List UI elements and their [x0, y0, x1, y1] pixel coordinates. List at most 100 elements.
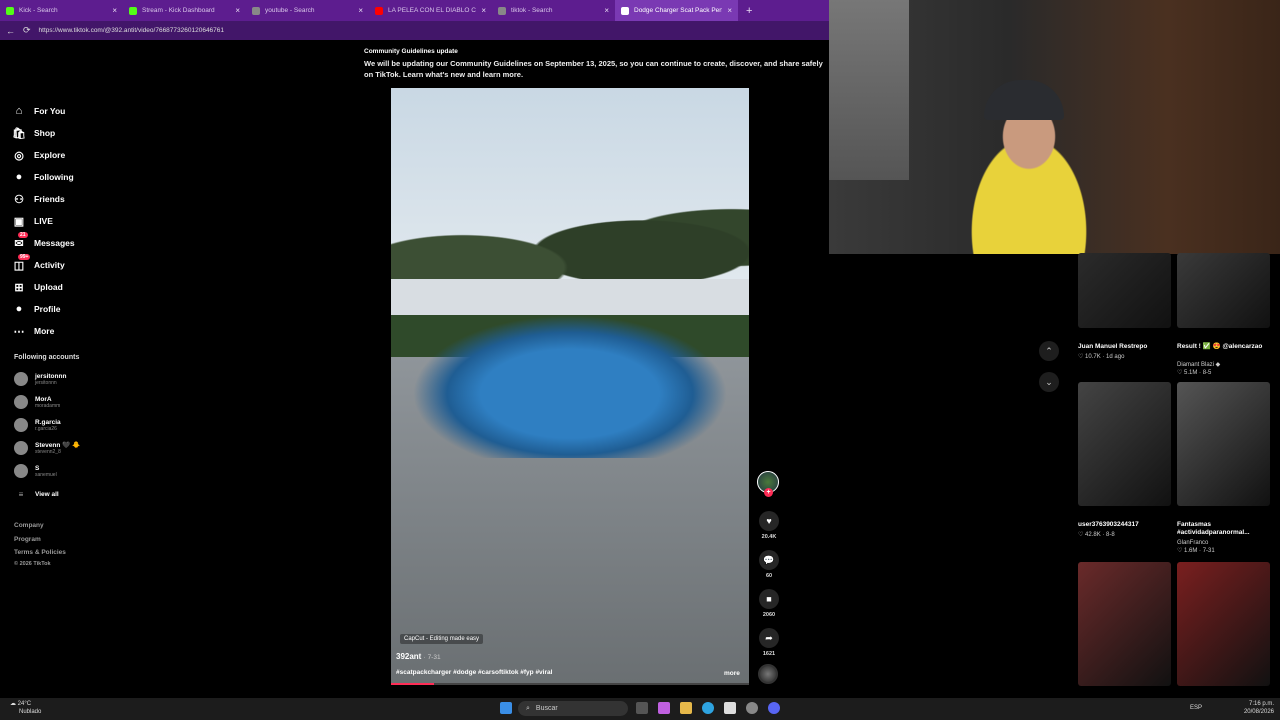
avatar — [14, 464, 28, 478]
footer-company[interactable]: Company — [14, 522, 44, 529]
reload-icon[interactable]: ⟳ — [23, 25, 31, 36]
browser-tab[interactable]: Stream - Kick Dashboard × — [123, 0, 246, 21]
file-explorer-icon[interactable] — [680, 702, 692, 714]
tab-close-icon[interactable]: × — [235, 6, 240, 15]
tab-close-icon[interactable]: × — [727, 6, 732, 15]
discord-icon[interactable] — [768, 702, 780, 714]
edge-icon[interactable] — [702, 702, 714, 714]
sidebar-item-upload[interactable]: ⊞ Upload — [12, 280, 62, 294]
footer-program[interactable]: Program — [14, 536, 41, 543]
notice-body[interactable]: We will be updating our Community Guidel… — [364, 58, 830, 80]
browser-tab[interactable]: youtube - Search × — [246, 0, 369, 21]
sidebar-item-messages[interactable]: ✉ 21 Messages — [12, 232, 75, 250]
like-action[interactable]: ♥ 20.4K — [758, 511, 780, 540]
notice-title: Community Guidelines update — [364, 48, 458, 55]
video-thumbnail[interactable] — [1078, 562, 1171, 686]
previous-video-button[interactable]: ⌃ — [1039, 341, 1059, 361]
browser-tab[interactable]: Dodge Charger Scat Pack Perform... × — [615, 0, 738, 21]
share-action[interactable]: ➦ 1621 — [758, 628, 780, 657]
video-progress-bar[interactable] — [391, 683, 749, 685]
tab-close-icon[interactable]: × — [481, 6, 486, 15]
avatar — [14, 441, 28, 455]
capcut-tag[interactable]: CapCut - Editing made easy — [400, 634, 484, 644]
home-icon: ⌂ — [15, 105, 23, 117]
thumbnail-stats: ♡ 1.6M · 7-31 — [1177, 548, 1215, 554]
video-thumbnail[interactable] — [1078, 382, 1171, 506]
account-name: R.garcia — [35, 418, 61, 426]
video-thumbnail[interactable] — [1177, 382, 1270, 506]
account-name: jersitonnn — [35, 372, 67, 380]
follow-plus-icon[interactable]: + — [764, 488, 773, 497]
task-view-icon[interactable] — [636, 702, 648, 714]
following-account[interactable]: Ssanemuel — [14, 464, 57, 478]
video-thumbnail[interactable] — [1177, 562, 1270, 686]
tab-close-icon[interactable]: × — [112, 6, 117, 15]
browser-tab-strip: Kick - Search × Stream - Kick Dashboard × yo… — [0, 0, 830, 21]
taskbar-search[interactable]: ⌕ Buscar — [518, 701, 628, 716]
tab-favicon-icon — [621, 6, 629, 15]
following-account[interactable]: MorA moradamm — [14, 395, 60, 409]
tab-title: tiktok - Search — [511, 7, 553, 14]
sidebar-item-label: Profile — [34, 304, 61, 314]
friends-icon: ⚇ — [14, 193, 24, 206]
windows-start-icon[interactable] — [500, 702, 512, 714]
video-author[interactable]: 392ant · 7-31 — [396, 652, 441, 661]
next-video-button[interactable]: ⌄ — [1039, 372, 1059, 392]
browser-tab[interactable]: tiktok - Search × — [492, 0, 615, 21]
sidebar-item-more[interactable]: ⋯ More — [12, 324, 55, 338]
browser-tab[interactable]: Kick - Search × — [0, 0, 123, 21]
url-field[interactable]: https://www.tiktok.com/@392.antit/video/… — [39, 27, 224, 34]
following-account[interactable]: Stevenn 🖤 🐥 stevenn2_8 — [14, 441, 80, 455]
more-button[interactable]: more — [724, 670, 740, 677]
comment-icon[interactable]: 💬 — [759, 550, 779, 570]
sidebar-item-label: Explore — [34, 150, 66, 160]
music-disc-icon[interactable] — [758, 664, 778, 684]
sidebar-item-friends[interactable]: ⚇ Friends — [12, 192, 65, 206]
language-indicator[interactable]: ESP — [1190, 705, 1202, 711]
save-count: 2060 — [762, 612, 776, 618]
tab-close-icon[interactable]: × — [604, 6, 609, 15]
sidebar-item-profile[interactable]: ● Profile — [12, 302, 61, 316]
video-hashtags[interactable]: #scatpackcharger #dodge #carsoftiktok #f… — [396, 669, 552, 676]
tab-title: youtube - Search — [265, 7, 315, 14]
sidebar-item-following[interactable]: ● Following — [12, 170, 74, 184]
sidebar-item-activity[interactable]: ◫ 99+ Activity — [12, 254, 65, 272]
sidebar-item-explore[interactable]: ◎ Explore — [12, 148, 65, 162]
sidebar-item-label: Following — [34, 172, 74, 182]
list-icon: ≡ — [18, 490, 24, 499]
app-icon[interactable] — [658, 702, 670, 714]
footer-terms[interactable]: Terms & Policies — [14, 549, 66, 556]
tab-favicon-icon — [252, 6, 260, 15]
sidebar-item-live[interactable]: ▣ LIVE — [12, 214, 53, 228]
browser-tab[interactable]: LA PELEA CON EL DIABLO CICTA... × — [369, 0, 492, 21]
thumbnail-stats: ♡ 5.1M · 8-5 — [1177, 370, 1212, 376]
save-action[interactable]: ■ 2060 — [758, 589, 780, 618]
sidebar-item-shop[interactable]: 🛍 Shop — [12, 126, 55, 140]
clock[interactable]: 7:16 p.m. 20/08/2026 — [1238, 700, 1274, 716]
video-player[interactable] — [391, 88, 749, 685]
comment-action[interactable]: 💬 60 — [758, 550, 780, 579]
bookmark-icon[interactable]: ■ — [759, 589, 779, 609]
view-all-link[interactable]: ≡ View all — [14, 490, 59, 499]
weather-widget[interactable]: ☁ 24°C Nublado — [10, 700, 41, 716]
thumbnail-title[interactable]: Fantasmas #actividadparanormal... — [1177, 521, 1272, 537]
app-icon-2[interactable] — [746, 702, 758, 714]
thumbnail-title[interactable]: Juan Manuel Restrepo — [1078, 343, 1173, 351]
share-icon[interactable]: ➦ — [759, 628, 779, 648]
thumbnail-title[interactable]: user3763903244317 — [1078, 521, 1173, 529]
tab-favicon-icon — [498, 6, 506, 15]
thumbnail-stats: GlanFranco — [1177, 540, 1209, 546]
new-tab-button[interactable]: + — [738, 0, 760, 21]
heart-icon[interactable]: ♥ — [759, 511, 779, 531]
thumbnail-title[interactable]: Result ! ✅ 😍 @alencarzao — [1177, 343, 1272, 351]
tab-close-icon[interactable]: × — [358, 6, 363, 15]
account-name: MorA — [35, 395, 52, 403]
video-thumbnail[interactable] — [1177, 253, 1270, 328]
sidebar-item-label: Friends — [34, 194, 65, 204]
store-icon[interactable] — [724, 702, 736, 714]
sidebar-item-for-you[interactable]: ⌂ For You — [12, 104, 66, 118]
following-account[interactable]: jersitonnn jersitonnn — [14, 372, 66, 386]
video-thumbnail[interactable] — [1078, 253, 1171, 328]
back-icon[interactable]: ← — [6, 26, 15, 36]
following-account[interactable]: R.garcia r.garcia26 — [14, 418, 61, 432]
